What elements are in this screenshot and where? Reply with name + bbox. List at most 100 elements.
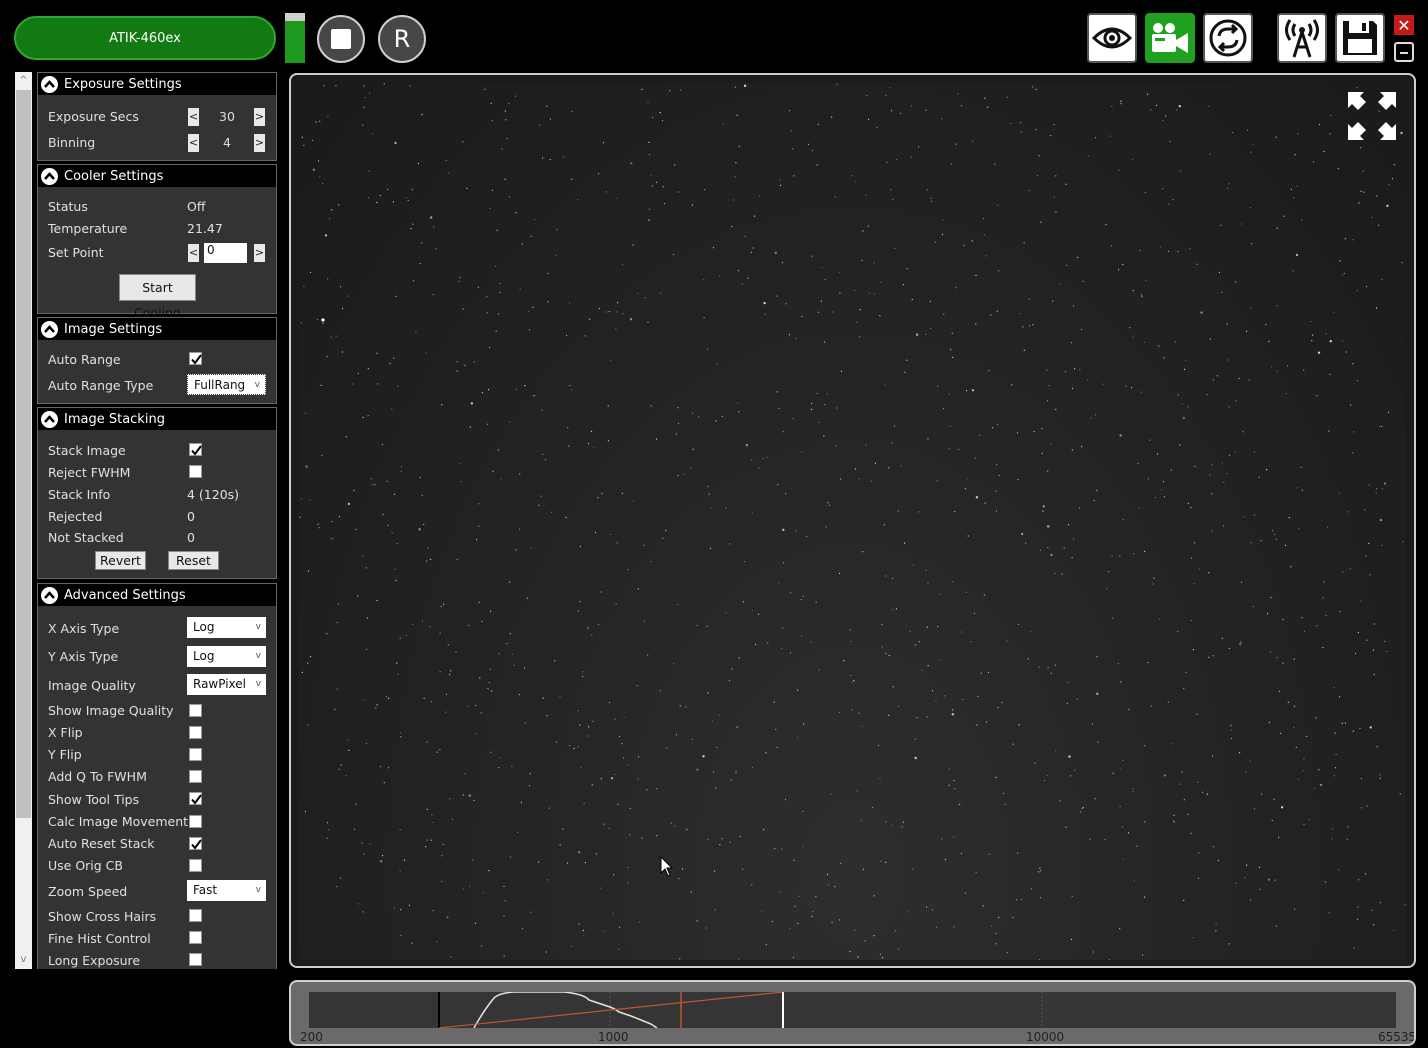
auto-range-type-select[interactable]: FullRang v: [187, 374, 266, 395]
x-flip-label: X Flip: [48, 725, 83, 740]
collapse-chevron-icon[interactable]: [41, 167, 58, 185]
exposure-increment-button[interactable]: >: [254, 108, 265, 126]
broadcast-button[interactable]: [1277, 13, 1327, 63]
image-quality-select[interactable]: RawPixel v: [187, 674, 266, 695]
collapse-chevron-icon[interactable]: [41, 75, 58, 93]
zoom-speed-select[interactable]: Fast v: [187, 880, 266, 901]
collapse-chevron-icon[interactable]: [41, 586, 58, 604]
fullscreen-expand-icon[interactable]: [1346, 90, 1398, 142]
image-stacking-header[interactable]: Image Stacking: [38, 408, 276, 430]
set-point-decrement-button[interactable]: <: [188, 244, 199, 262]
binning-value[interactable]: 4: [207, 135, 247, 150]
use-orig-cb-checkbox[interactable]: [189, 859, 202, 872]
section-title: Exposure Settings: [64, 76, 182, 92]
calc-image-movement-label: Calc Image Movement: [48, 814, 189, 829]
r-button-label: R: [393, 25, 411, 53]
advanced-settings-panel: Advanced Settings X Axis Type Log v Y Ax…: [37, 583, 277, 969]
reject-fwhm-label: Reject FWHM: [48, 465, 131, 480]
stack-info-value: 4 (120s): [187, 487, 240, 502]
temperature-label: Temperature: [48, 221, 128, 236]
minimize-button[interactable]: [1394, 42, 1414, 62]
section-title: Cooler Settings: [64, 168, 164, 184]
histogram-curve: [473, 992, 658, 1028]
image-quality-value: RawPixel: [193, 677, 246, 691]
exposure-secs-label: Exposure Secs: [48, 109, 139, 124]
show-image-quality-label: Show Image Quality: [48, 703, 174, 718]
section-title: Image Settings: [64, 321, 163, 337]
mouse-cursor-icon: [660, 856, 674, 877]
collapse-chevron-icon[interactable]: [41, 410, 58, 428]
eye-icon: [1092, 27, 1132, 49]
show-tool-tips-label: Show Tool Tips: [48, 792, 140, 807]
long-exposure-checkbox[interactable]: [189, 953, 202, 966]
stack-image-checkbox[interactable]: [189, 443, 202, 456]
temperature-value: 21.47: [187, 221, 223, 236]
close-button[interactable]: ✕: [1394, 15, 1414, 35]
exposure-settings-header[interactable]: Exposure Settings: [38, 73, 276, 95]
exposure-secs-value[interactable]: 30: [207, 109, 247, 124]
r-button[interactable]: R: [378, 15, 426, 63]
cooler-settings-header[interactable]: Cooler Settings: [38, 165, 276, 187]
histogram-panel[interactable]: 200 1000 10000 65535: [289, 980, 1416, 1046]
loop-button[interactable]: [1203, 13, 1253, 63]
y-axis-type-select[interactable]: Log v: [187, 646, 266, 667]
stop-button[interactable]: [317, 15, 365, 63]
scrollbar-thumb[interactable]: [16, 90, 31, 818]
auto-reset-stack-checkbox[interactable]: [189, 837, 202, 850]
advanced-settings-header[interactable]: Advanced Settings: [38, 584, 276, 606]
revert-button[interactable]: Revert: [95, 551, 146, 570]
cooler-status-label: Status: [48, 199, 88, 214]
show-tool-tips-checkbox[interactable]: [189, 792, 202, 805]
set-point-increment-button[interactable]: >: [254, 244, 265, 262]
collapse-chevron-icon[interactable]: [41, 320, 58, 338]
image-quality-label: Image Quality: [48, 678, 136, 693]
use-orig-cb-label: Use Orig CB: [48, 858, 123, 873]
image-stacking-panel: Image Stacking Stack Image Reject FWHM S…: [37, 407, 277, 579]
save-icon: [1343, 21, 1377, 55]
rejected-value: 0: [187, 509, 195, 524]
video-camera-icon: [1152, 23, 1188, 53]
y-axis-type-label: Y Axis Type: [48, 649, 119, 664]
scroll-up-arrow-icon[interactable]: ^: [15, 72, 32, 90]
not-stacked-label: Not Stacked: [48, 530, 124, 545]
reset-button[interactable]: Reset: [168, 551, 219, 570]
auto-range-type-value: FullRang: [194, 378, 246, 392]
star-field-image[interactable]: [299, 83, 1406, 960]
histogram-plot[interactable]: [309, 992, 1396, 1028]
zoom-speed-value: Fast: [193, 883, 218, 897]
x-axis-type-select[interactable]: Log v: [187, 617, 266, 638]
auto-reset-stack-label: Auto Reset Stack: [48, 836, 155, 851]
save-button[interactable]: [1335, 13, 1385, 63]
x-flip-checkbox[interactable]: [189, 726, 202, 739]
histogram-tick-label: 1000: [598, 1030, 629, 1044]
histogram-tick-label: 10000: [1026, 1030, 1065, 1044]
minimize-icon: [1400, 52, 1408, 54]
not-stacked-value: 0: [187, 530, 195, 545]
show-image-quality-checkbox[interactable]: [189, 704, 202, 717]
image-settings-header[interactable]: Image Settings: [38, 318, 276, 340]
checkmark-icon: [191, 445, 202, 456]
scroll-down-arrow-icon[interactable]: v: [15, 951, 32, 969]
auto-range-checkbox[interactable]: [189, 352, 202, 365]
reject-fwhm-checkbox[interactable]: [189, 465, 202, 478]
add-q-to-fwhm-checkbox[interactable]: [189, 770, 202, 783]
fine-hist-control-label: Fine Hist Control: [48, 931, 151, 946]
view-button[interactable]: [1087, 13, 1137, 63]
chevron-down-icon: v: [255, 622, 261, 632]
camera-name: ATIK-460ex: [109, 30, 181, 46]
set-point-input[interactable]: 0: [204, 243, 247, 263]
calc-image-movement-checkbox[interactable]: [189, 815, 202, 828]
binning-decrement-button[interactable]: <: [188, 134, 199, 152]
start-cooling-button[interactable]: Start Cooling: [119, 274, 196, 320]
capture-status-indicator: [285, 13, 305, 63]
chevron-down-icon: v: [254, 380, 260, 390]
video-button[interactable]: [1145, 13, 1195, 63]
show-cross-hairs-checkbox[interactable]: [189, 909, 202, 922]
y-flip-checkbox[interactable]: [189, 748, 202, 761]
stack-info-label: Stack Info: [48, 487, 111, 502]
camera-select-button[interactable]: ATIK-460ex: [14, 16, 276, 60]
exposure-decrement-button[interactable]: <: [188, 108, 199, 126]
fine-hist-control-checkbox[interactable]: [189, 931, 202, 944]
image-viewer[interactable]: [289, 73, 1416, 968]
binning-increment-button[interactable]: >: [254, 134, 265, 152]
